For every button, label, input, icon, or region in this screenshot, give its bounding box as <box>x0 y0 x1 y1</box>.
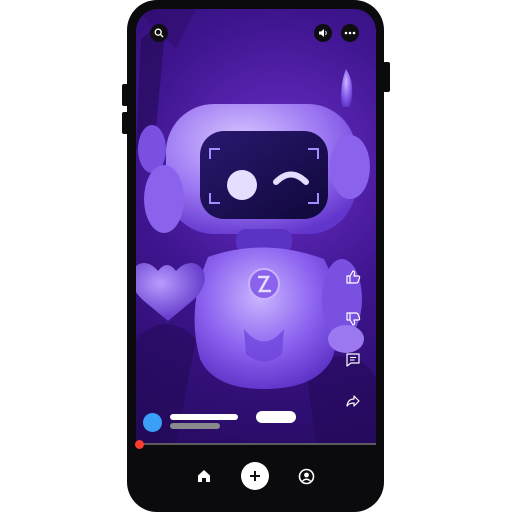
like-button[interactable] <box>342 266 364 288</box>
power-hardware-button <box>383 62 390 92</box>
progress-scrubber-handle[interactable] <box>135 440 144 449</box>
more-horizontal-icon <box>344 31 356 35</box>
channel-name-placeholder[interactable] <box>170 414 238 420</box>
nav-profile-button[interactable] <box>296 466 316 486</box>
share-button[interactable] <box>342 390 364 412</box>
comments-button[interactable] <box>342 349 364 371</box>
share-icon <box>346 395 360 407</box>
comment-icon <box>346 353 360 367</box>
video-title-placeholder <box>170 423 220 429</box>
profile-icon <box>298 468 314 484</box>
subscribe-button[interactable] <box>256 411 296 423</box>
video-screen[interactable] <box>136 9 376 445</box>
thumbs-up-icon <box>346 270 361 284</box>
search-icon <box>154 28 164 38</box>
progress-bar[interactable] <box>136 443 376 445</box>
robot-video-frame <box>136 9 376 445</box>
nav-create-button[interactable] <box>241 462 269 490</box>
home-icon <box>198 470 210 482</box>
more-options-button[interactable] <box>341 24 359 42</box>
nav-home-button[interactable] <box>195 467 213 485</box>
plus-icon <box>250 471 260 481</box>
sound-button[interactable] <box>314 24 332 42</box>
device-stage <box>0 0 512 512</box>
dislike-button[interactable] <box>342 308 364 330</box>
channel-avatar[interactable] <box>143 413 162 432</box>
volume-icon <box>318 29 327 37</box>
thumbs-down-icon <box>346 312 361 326</box>
search-button[interactable] <box>150 24 168 42</box>
